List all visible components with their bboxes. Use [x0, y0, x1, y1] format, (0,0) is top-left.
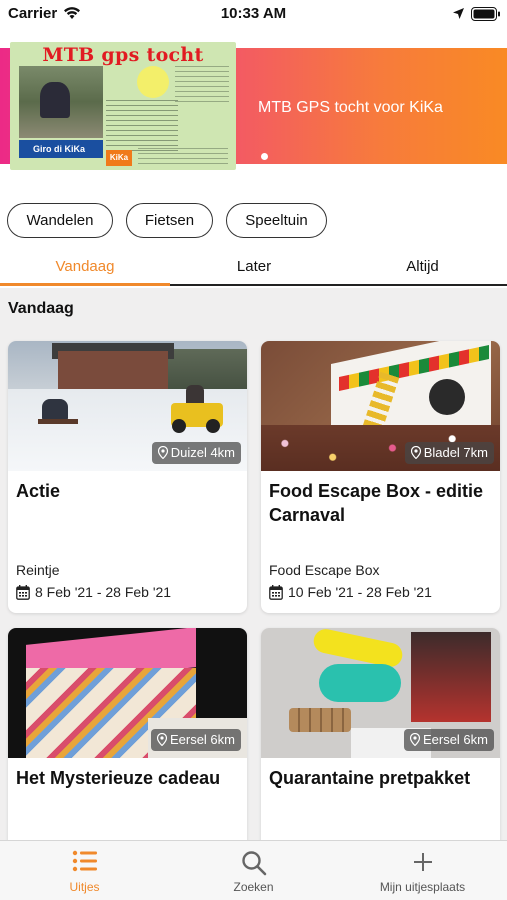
tab-vandaag[interactable]: Vandaag [0, 258, 170, 275]
activity-card[interactable]: Duizel 4km Actie Reintje 8 Feb '21 - 28 … [8, 341, 247, 613]
location-badge: Duizel 4km [151, 442, 241, 464]
banner-caption: MTB GPS tocht voor KiKa [258, 99, 443, 116]
date-range: 10 Feb '21 - 28 Feb '21 [288, 584, 432, 600]
card-title: Actie [16, 481, 61, 501]
map-pin-icon [410, 445, 421, 462]
location-text: Eersel 6km [169, 732, 235, 747]
time-tabs: Vandaag Later Altijd [0, 248, 507, 288]
poster-badge [137, 66, 169, 98]
map-pin-icon [409, 732, 421, 749]
tabbar-label: Zoeken [233, 880, 274, 894]
app-screen: Carrier 10:33 AM MTB gps tocht Giro di K… [0, 0, 507, 900]
featured-banner[interactable]: MTB gps tocht Giro di KiKa KiKa MTB GPS … [0, 30, 507, 178]
clock: 10:33 AM [220, 5, 287, 22]
location-badge: Eersel 6km [150, 729, 241, 751]
poster-rider [40, 82, 70, 118]
card-image: Eersel 6km [261, 628, 500, 758]
card-image: Bladel 7km [261, 341, 500, 471]
poster-brand: Giro di KiKa [19, 140, 103, 158]
card-dates: 10 Feb '21 - 28 Feb '21 [269, 584, 432, 603]
chip-speeltuin[interactable]: Speeltuin [226, 203, 327, 238]
carousel-page-indicator[interactable] [261, 153, 268, 160]
category-chips: Wandelen Fietsen Speeltuin [0, 178, 507, 256]
tab-later[interactable]: Later [170, 258, 338, 275]
section-title: Vandaag [8, 300, 74, 317]
calendar-icon [16, 585, 30, 603]
poster-text-block [106, 100, 178, 152]
card-dates: 8 Feb '21 - 28 Feb '21 [16, 584, 171, 603]
active-tab-indicator [0, 283, 170, 286]
battery-icon [471, 7, 501, 26]
bottom-tab-bar: Uitjes Zoeken Mijn uitjesplaats [0, 840, 507, 900]
banner-poster-image: MTB gps tocht Giro di KiKa KiKa [10, 42, 236, 170]
map-pin-icon [157, 445, 168, 462]
chip-fietsen[interactable]: Fietsen [126, 203, 213, 238]
poster-text-block [138, 148, 228, 166]
location-text: Bladel 7km [423, 445, 488, 460]
tabbar-mijn-uitjesplaats[interactable]: Mijn uitjesplaats [338, 841, 507, 900]
poster-logo: KiKa [106, 150, 132, 166]
chip-wandelen[interactable]: Wandelen [7, 203, 113, 238]
activity-card[interactable]: Bladel 7km Food Escape Box - editie Carn… [261, 341, 500, 613]
card-title: Quarantaine pretpakket [269, 768, 471, 788]
card-title: Food Escape Box - editie Carnaval [269, 481, 484, 525]
search-icon [169, 850, 338, 881]
status-bar: Carrier 10:33 AM [0, 0, 507, 30]
card-image: Eersel 6km [8, 628, 247, 758]
list-icon [0, 850, 169, 877]
location-text: Duizel 4km [170, 445, 235, 460]
map-pin-icon [156, 732, 168, 749]
tabbar-uitjes[interactable]: Uitjes [0, 841, 169, 900]
location-badge: Bladel 7km [404, 442, 494, 464]
poster-title: MTB gps tocht [42, 44, 204, 66]
activity-card[interactable]: Eersel 6km Het Mysterieuze cadeau [8, 628, 247, 858]
card-organizer: Reintje [16, 562, 60, 578]
tab-altijd[interactable]: Altijd [338, 258, 507, 275]
location-text: Eersel 6km [422, 732, 488, 747]
calendar-icon [269, 585, 283, 603]
location-badge: Eersel 6km [403, 729, 494, 751]
tabbar-label: Uitjes [69, 880, 100, 894]
date-range: 8 Feb '21 - 28 Feb '21 [35, 584, 172, 600]
card-image: Duizel 4km [8, 341, 247, 471]
activity-card[interactable]: Eersel 6km Quarantaine pretpakket [261, 628, 500, 858]
plus-icon [338, 850, 507, 879]
card-organizer: Food Escape Box [269, 562, 380, 578]
poster-text-block [175, 66, 229, 102]
tabbar-label: Mijn uitjesplaats [379, 880, 466, 894]
location-arrow-icon [452, 7, 465, 25]
card-title: Het Mysterieuze cadeau [16, 768, 221, 788]
tabbar-zoeken[interactable]: Zoeken [169, 841, 338, 900]
tab-divider [170, 284, 507, 286]
